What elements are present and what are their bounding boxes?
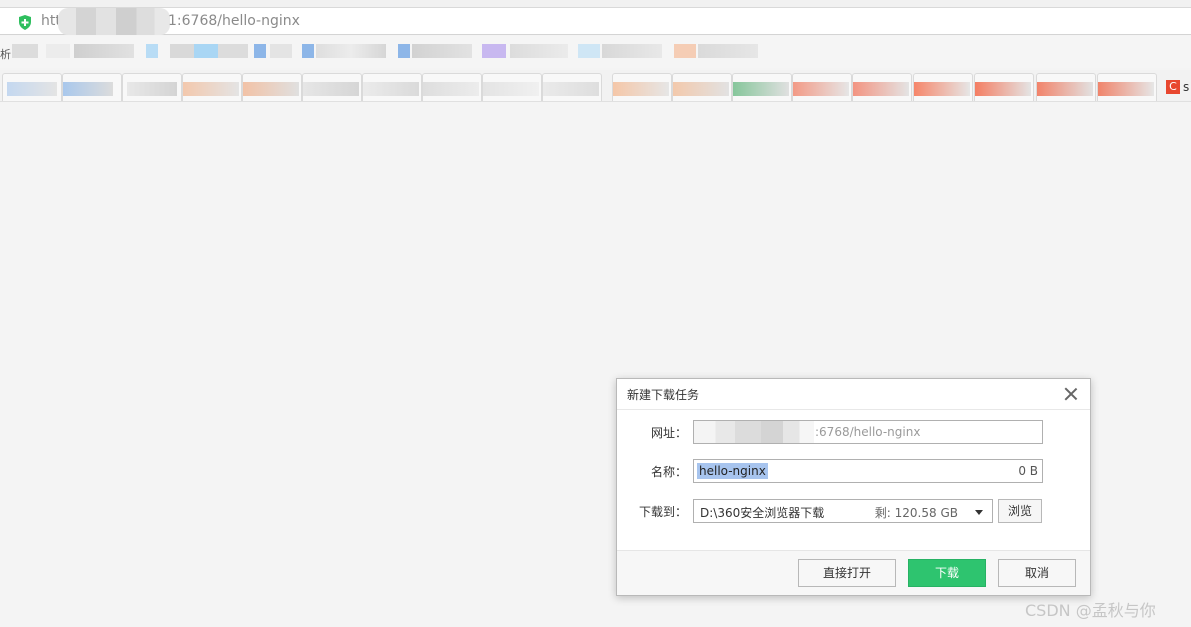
browser-tab[interactable] bbox=[2, 73, 62, 101]
download-url-field[interactable]: :6768/hello-nginx bbox=[693, 420, 1043, 444]
bookmark-item[interactable] bbox=[302, 44, 314, 58]
browser-tab[interactable] bbox=[62, 73, 122, 101]
bookmark-item[interactable] bbox=[146, 44, 158, 58]
browser-tab[interactable] bbox=[852, 73, 912, 101]
browser-tab[interactable] bbox=[1097, 73, 1157, 101]
close-icon[interactable] bbox=[1062, 385, 1080, 403]
watermark: CSDN @孟秋与你 bbox=[1025, 601, 1156, 620]
bookmark-item[interactable] bbox=[698, 44, 758, 58]
browser-tab[interactable] bbox=[1036, 73, 1096, 101]
url-redacted-region bbox=[694, 421, 814, 443]
bookmark-item[interactable] bbox=[74, 44, 134, 58]
browser-tab[interactable] bbox=[542, 73, 602, 101]
window-top-edge bbox=[0, 0, 1191, 8]
free-space: 剩: 120.58 GB bbox=[874, 506, 958, 520]
bookmark-item[interactable] bbox=[398, 44, 410, 58]
tab-strip bbox=[0, 70, 1191, 102]
tab-favicon-icon[interactable]: C bbox=[1166, 80, 1180, 94]
shield-secure-icon bbox=[19, 15, 31, 30]
save-path-value: D:\360安全浏览器下载 bbox=[700, 506, 825, 520]
new-download-dialog: 新建下载任务 网址： :6768/hello-nginx 名称： hello-n… bbox=[616, 378, 1091, 596]
bookmark-item[interactable] bbox=[510, 44, 568, 58]
bookmark-item[interactable] bbox=[482, 44, 506, 58]
browse-button[interactable]: 浏览 bbox=[998, 499, 1042, 523]
tab-title-fragment[interactable]: s bbox=[1183, 80, 1189, 94]
browser-tab[interactable] bbox=[974, 73, 1034, 101]
file-size: 0 B bbox=[1018, 464, 1038, 478]
file-name-value: hello-nginx bbox=[697, 463, 768, 479]
dialog-footer: 直接打开 下载 取消 bbox=[617, 550, 1090, 595]
browser-tab[interactable] bbox=[122, 73, 182, 101]
browser-tab[interactable] bbox=[913, 73, 973, 101]
bookmark-item[interactable] bbox=[254, 44, 266, 58]
download-button[interactable]: 下载 bbox=[908, 559, 986, 587]
browser-tab[interactable] bbox=[362, 73, 422, 101]
browser-tab[interactable] bbox=[242, 73, 302, 101]
dialog-title: 新建下载任务 bbox=[627, 388, 700, 402]
browser-tab[interactable] bbox=[482, 73, 542, 101]
bookmark-item[interactable] bbox=[316, 44, 386, 58]
address-bar[interactable]: htt 1:6768/hello-nginx bbox=[0, 8, 1191, 35]
bookmarks-bar: 析 bbox=[0, 36, 1191, 68]
save-location-label: 下载到： bbox=[638, 505, 687, 519]
bookmark-item[interactable] bbox=[412, 44, 472, 58]
save-path-field[interactable]: D:\360安全浏览器下载 剩: 120.58 GB bbox=[693, 499, 967, 523]
browser-tab[interactable] bbox=[732, 73, 792, 101]
browser-tab[interactable] bbox=[302, 73, 362, 101]
bookmark-item[interactable] bbox=[12, 44, 38, 58]
chevron-down-icon[interactable] bbox=[966, 499, 993, 523]
bookmark-item[interactable] bbox=[674, 44, 696, 58]
file-name-input[interactable]: hello-nginx 0 B bbox=[693, 459, 1043, 483]
bookmark-item[interactable] bbox=[170, 44, 194, 58]
bookmark-item[interactable] bbox=[218, 44, 248, 58]
bookmark-item[interactable] bbox=[270, 44, 292, 58]
browser-tab[interactable] bbox=[792, 73, 852, 101]
browser-tab[interactable] bbox=[422, 73, 482, 101]
bookmark-item[interactable] bbox=[578, 44, 600, 58]
url-redacted-region bbox=[58, 8, 170, 35]
bookmark-glyph: 析 bbox=[0, 48, 11, 61]
browser-tab[interactable] bbox=[612, 73, 672, 101]
browser-tab[interactable] bbox=[672, 73, 732, 101]
bookmark-item[interactable] bbox=[194, 44, 218, 58]
dialog-title-bar[interactable]: 新建下载任务 bbox=[617, 379, 1090, 410]
browser-tab[interactable] bbox=[182, 73, 242, 101]
name-label: 名称： bbox=[650, 465, 687, 479]
bookmark-item[interactable] bbox=[602, 44, 662, 58]
url-suffix[interactable]: 1:6768/hello-nginx bbox=[168, 13, 300, 29]
bookmark-item[interactable] bbox=[46, 44, 70, 58]
open-directly-button[interactable]: 直接打开 bbox=[798, 559, 896, 587]
download-url-value: :6768/hello-nginx bbox=[815, 425, 921, 439]
url-label: 网址： bbox=[650, 426, 687, 440]
cancel-button[interactable]: 取消 bbox=[998, 559, 1076, 587]
